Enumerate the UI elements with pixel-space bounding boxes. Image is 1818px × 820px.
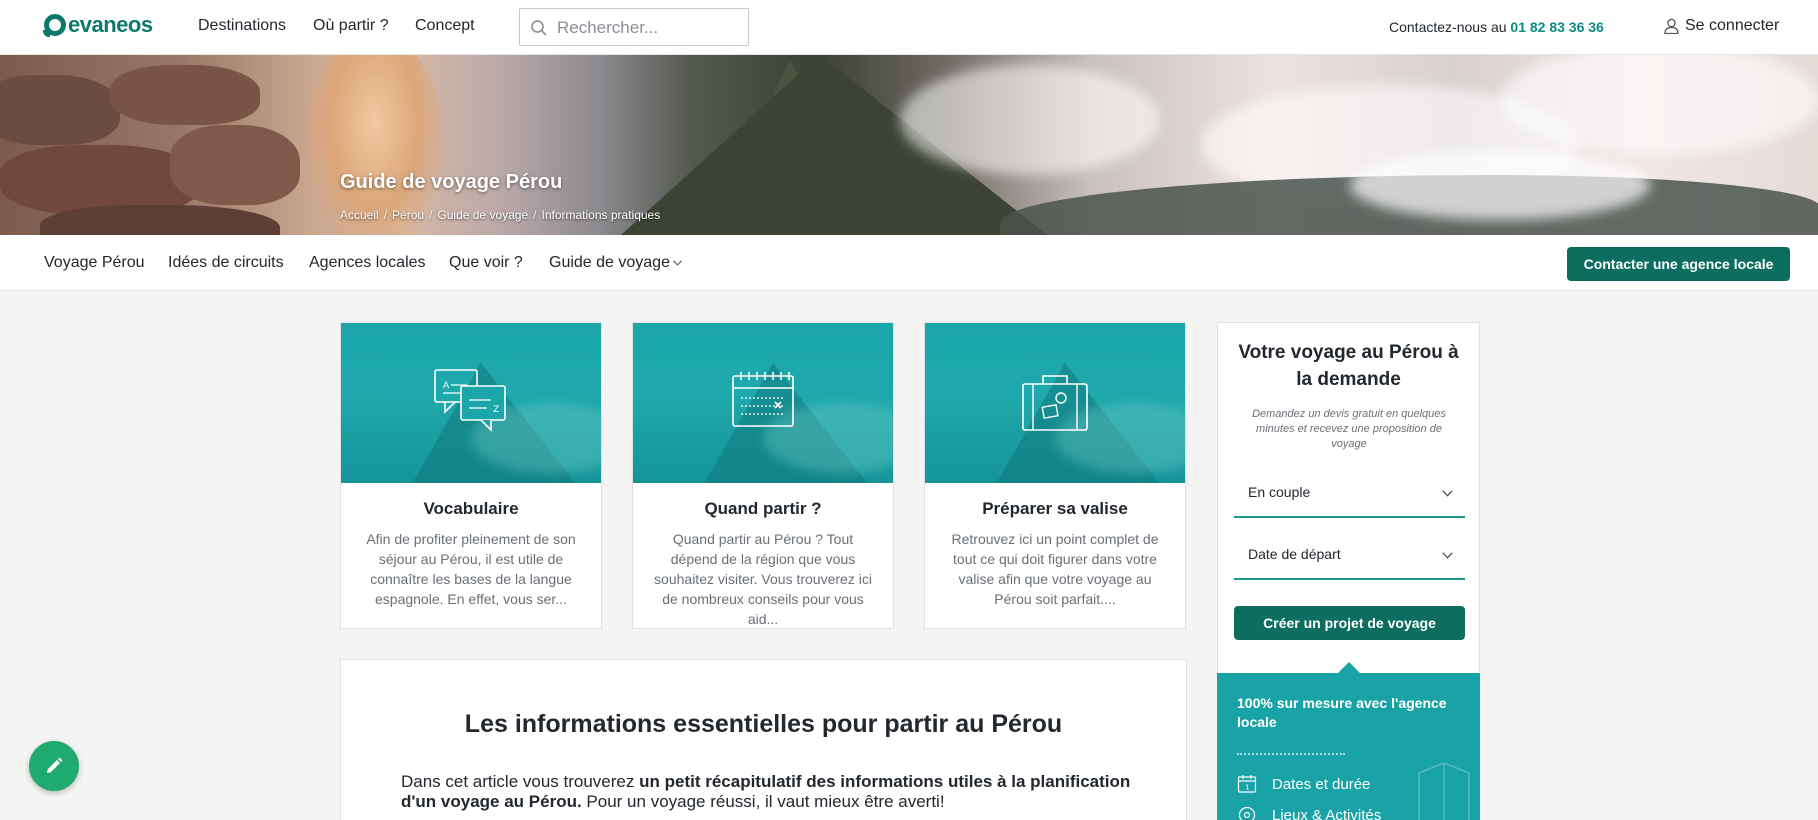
breadcrumb-guide[interactable]: Guide de voyage (437, 208, 528, 222)
breadcrumb-separator: / (429, 208, 433, 222)
create-project-button[interactable]: Créer un projet de voyage (1234, 606, 1465, 640)
card-title: Quand partir ? (704, 499, 822, 518)
edit-feedback-button[interactable] (29, 741, 79, 791)
article-intro-end: Pour un voyage réussi, il vaut mieux êtr… (581, 792, 945, 811)
page-title: Guide de voyage Pérou (340, 171, 563, 193)
departure-date-value: Date de départ (1248, 546, 1341, 562)
travelers-value: En couple (1248, 484, 1311, 500)
card-title: Vocabulaire (423, 499, 519, 518)
benefit-label: Dates et durée (1272, 775, 1371, 793)
contact-agency-button[interactable]: Contacter une agence locale (1567, 247, 1790, 281)
search-box[interactable] (519, 8, 749, 46)
location-pin-icon (1238, 806, 1256, 820)
card-image (925, 323, 1185, 483)
card-image (633, 323, 893, 483)
breadcrumb: Accueil / Pérou / Guide de voyage / Info… (340, 208, 660, 222)
nav-destinations[interactable]: Destinations (198, 17, 286, 35)
login-link[interactable]: Se connecter (1664, 17, 1779, 35)
search-icon (531, 20, 547, 36)
calendar-icon: 1 (1237, 775, 1257, 793)
departure-date-select[interactable]: Date de départ (1234, 530, 1465, 580)
dotted-divider (1237, 753, 1345, 755)
hero-banner: Guide de voyage Pérou Accueil / Pérou / … (0, 55, 1818, 235)
article-section: Les informations essentielles pour parti… (340, 659, 1187, 820)
card-description: Retrouvez ici un point complet de tout c… (951, 531, 1159, 607)
svg-text:Z: Z (493, 405, 499, 415)
card-description: Afin de profiter pleinement de son séjou… (366, 531, 576, 607)
breadcrumb-accueil[interactable]: Accueil (340, 208, 379, 222)
destination-subnav: Voyage Pérou Idées de circuits Agences l… (0, 235, 1818, 291)
nav-concept[interactable]: Concept (415, 17, 475, 35)
subnav-agences-locales[interactable]: Agences locales (309, 254, 426, 272)
subnav-voyage-perou[interactable]: Voyage Pérou (44, 254, 145, 272)
pencil-icon (47, 757, 63, 773)
guide-card-quand-partir[interactable]: Quand partir ? Quand partir au Pérou ? T… (632, 322, 894, 629)
quote-request-panel: Votre voyage au Pérou à la demande Deman… (1217, 322, 1480, 820)
logo-mark-icon (43, 14, 66, 37)
breadcrumb-separator: / (533, 208, 537, 222)
travelers-select[interactable]: En couple (1234, 468, 1465, 518)
benefit-label: Lieux & Activités (1272, 806, 1382, 820)
map-decoration-icon (1418, 763, 1470, 820)
panel-title: Votre voyage au Pérou à la demande (1238, 342, 1459, 390)
subnav-que-voir[interactable]: Que voir ? (449, 254, 523, 272)
calendar-icon (732, 372, 794, 427)
chevron-down-icon (673, 260, 682, 266)
suitcase-icon (1022, 375, 1088, 431)
subnav-guide-voyage[interactable]: Guide de voyage (549, 254, 682, 272)
article-intro: Dans cet article vous trouverez un petit… (401, 772, 1141, 812)
search-input[interactable] (557, 16, 742, 40)
contact-phone-block: Contactez-nous au 01 82 83 36 36 (1389, 19, 1604, 35)
card-title: Préparer sa valise (982, 499, 1128, 518)
article-intro-plain: Dans cet article vous trouverez (401, 772, 640, 791)
logo-text: evaneos (68, 12, 153, 37)
phone-link[interactable]: 01 82 83 36 36 (1510, 19, 1603, 35)
guide-card-vocabulaire[interactable]: A Z Vocabulaire Afin de profiter pleinem… (340, 322, 602, 629)
benefit-dates: 1 Dates et durée (1237, 774, 1370, 794)
benefits-title: 100% sur mesure avec l'agence locale (1237, 695, 1447, 730)
nav-ou-partir[interactable]: Où partir ? (313, 17, 389, 35)
card-description: Quand partir au Pérou ? Tout dépend de l… (654, 531, 872, 627)
svg-text:A: A (443, 381, 450, 391)
subnav-idees-circuits[interactable]: Idées de circuits (168, 254, 284, 272)
breadcrumb-separator: / (383, 208, 388, 222)
evaneos-logo[interactable]: evaneos (43, 12, 153, 38)
contact-label: Contactez-nous au (1389, 19, 1507, 35)
breadcrumb-current: Informations pratiques (541, 208, 661, 222)
article-title: Les informations essentielles pour parti… (464, 710, 1063, 738)
svg-text:1: 1 (1245, 784, 1249, 792)
panel-subtitle: Demandez un devis gratuit en quelques mi… (1252, 408, 1446, 450)
chevron-down-icon (1442, 552, 1453, 559)
chevron-down-icon (1442, 490, 1453, 497)
user-icon (1664, 18, 1679, 34)
speech-bubbles-icon: A Z (434, 369, 506, 432)
benefit-places: Lieux & Activités (1237, 805, 1381, 820)
subnav-guide-label: Guide de voyage (549, 254, 670, 271)
top-navigation: evaneos Destinations Où partir ? Concept… (0, 0, 1818, 55)
breadcrumb-perou[interactable]: Pérou (392, 208, 424, 222)
benefits-box: 100% sur mesure avec l'agence locale 1 D… (1217, 662, 1480, 820)
login-label: Se connecter (1685, 17, 1780, 34)
card-image: A Z (341, 323, 601, 483)
guide-card-valise[interactable]: Préparer sa valise Retrouvez ici un poin… (924, 322, 1186, 629)
